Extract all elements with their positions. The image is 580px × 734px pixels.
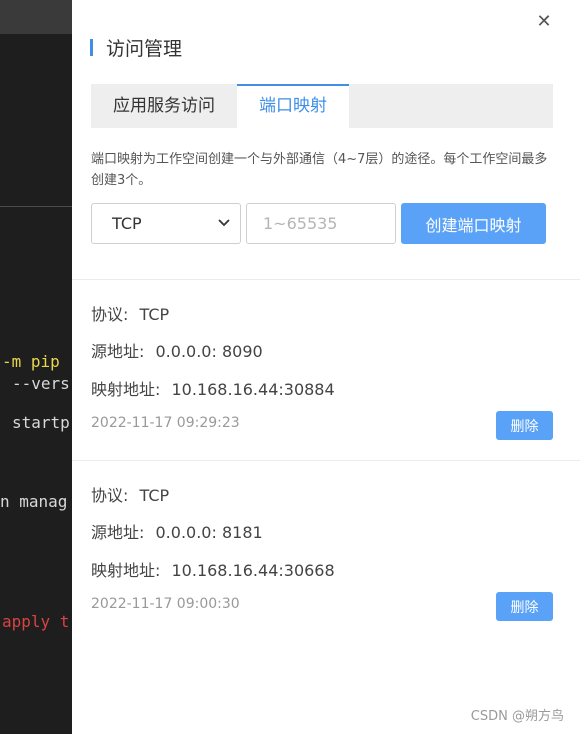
record-mapped: 映射地址: 10.168.16.44:30884: [91, 376, 335, 400]
mapping-record: 协议: TCP 源地址: 0.0.0.0: 8090 映射地址: 10.168.…: [72, 280, 580, 460]
mapped-label: 映射地址:: [91, 561, 161, 580]
terminal-divider: [0, 206, 72, 207]
source-label: 源地址:: [91, 523, 145, 542]
watermark: CSDN @朔方鸟: [470, 709, 564, 724]
terminal-line: apply t: [2, 612, 70, 631]
record-source: 源地址: 0.0.0.0: 8090: [91, 338, 263, 362]
tab-app-service-access[interactable]: 应用服务访问: [91, 84, 237, 128]
delete-button[interactable]: 删除: [496, 411, 553, 440]
title-accent-bar: [90, 38, 93, 56]
record-protocol: 协议: TCP: [91, 482, 169, 506]
background-terminal: -m pip --vers startp n manag apply t: [0, 0, 72, 734]
mapped-value: 10.168.16.44:30668: [171, 561, 335, 580]
source-value: 0.0.0.0: 8181: [155, 523, 263, 542]
terminal-line: startp: [12, 413, 70, 432]
record-timestamp: 2022-11-17 09:29:23: [91, 415, 240, 431]
access-management-drawer: ✕ 访问管理 应用服务访问 端口映射 端口映射为工作空间创建一个与外部通信（4~…: [72, 0, 580, 734]
terminal-line: -m pip: [2, 352, 60, 371]
create-port-mapping-button[interactable]: 创建端口映射: [401, 203, 546, 244]
chevron-down-icon: [218, 216, 230, 231]
protocol-select-value: TCP: [112, 214, 142, 233]
mapped-value: 10.168.16.44:30884: [171, 380, 335, 399]
protocol-value: TCP: [139, 305, 170, 324]
record-mapped: 映射地址: 10.168.16.44:30668: [91, 557, 335, 581]
drawer-title: 访问管理: [106, 37, 183, 60]
source-label: 源地址:: [91, 342, 145, 361]
source-value: 0.0.0.0: 8090: [155, 342, 263, 361]
terminal-line: --vers: [12, 374, 70, 393]
port-mapping-description: 端口映射为工作空间创建一个与外部通信（4~7层）的途径。每个工作空间最多创建3个…: [91, 152, 548, 188]
terminal-top-bar: [0, 0, 72, 34]
mapped-label: 映射地址:: [91, 380, 161, 399]
protocol-label: 协议:: [91, 486, 129, 505]
protocol-label: 协议:: [91, 305, 129, 324]
protocol-value: TCP: [139, 486, 170, 505]
close-icon[interactable]: ✕: [534, 12, 554, 32]
protocol-select[interactable]: TCP: [91, 203, 241, 244]
record-source: 源地址: 0.0.0.0: 8181: [91, 519, 263, 543]
terminal-line: n manag: [0, 492, 68, 511]
record-protocol: 协议: TCP: [91, 301, 169, 325]
mapping-record: 协议: TCP 源地址: 0.0.0.0: 8181 映射地址: 10.168.…: [72, 461, 580, 641]
tab-port-mapping[interactable]: 端口映射: [237, 84, 349, 128]
record-timestamp: 2022-11-17 09:00:30: [91, 596, 240, 612]
port-input[interactable]: [246, 203, 396, 244]
drawer-header: 访问管理: [90, 36, 183, 60]
delete-button[interactable]: 删除: [496, 592, 553, 621]
create-mapping-form: TCP 创建端口映射: [91, 203, 546, 244]
tab-bar: 应用服务访问 端口映射: [91, 84, 553, 128]
